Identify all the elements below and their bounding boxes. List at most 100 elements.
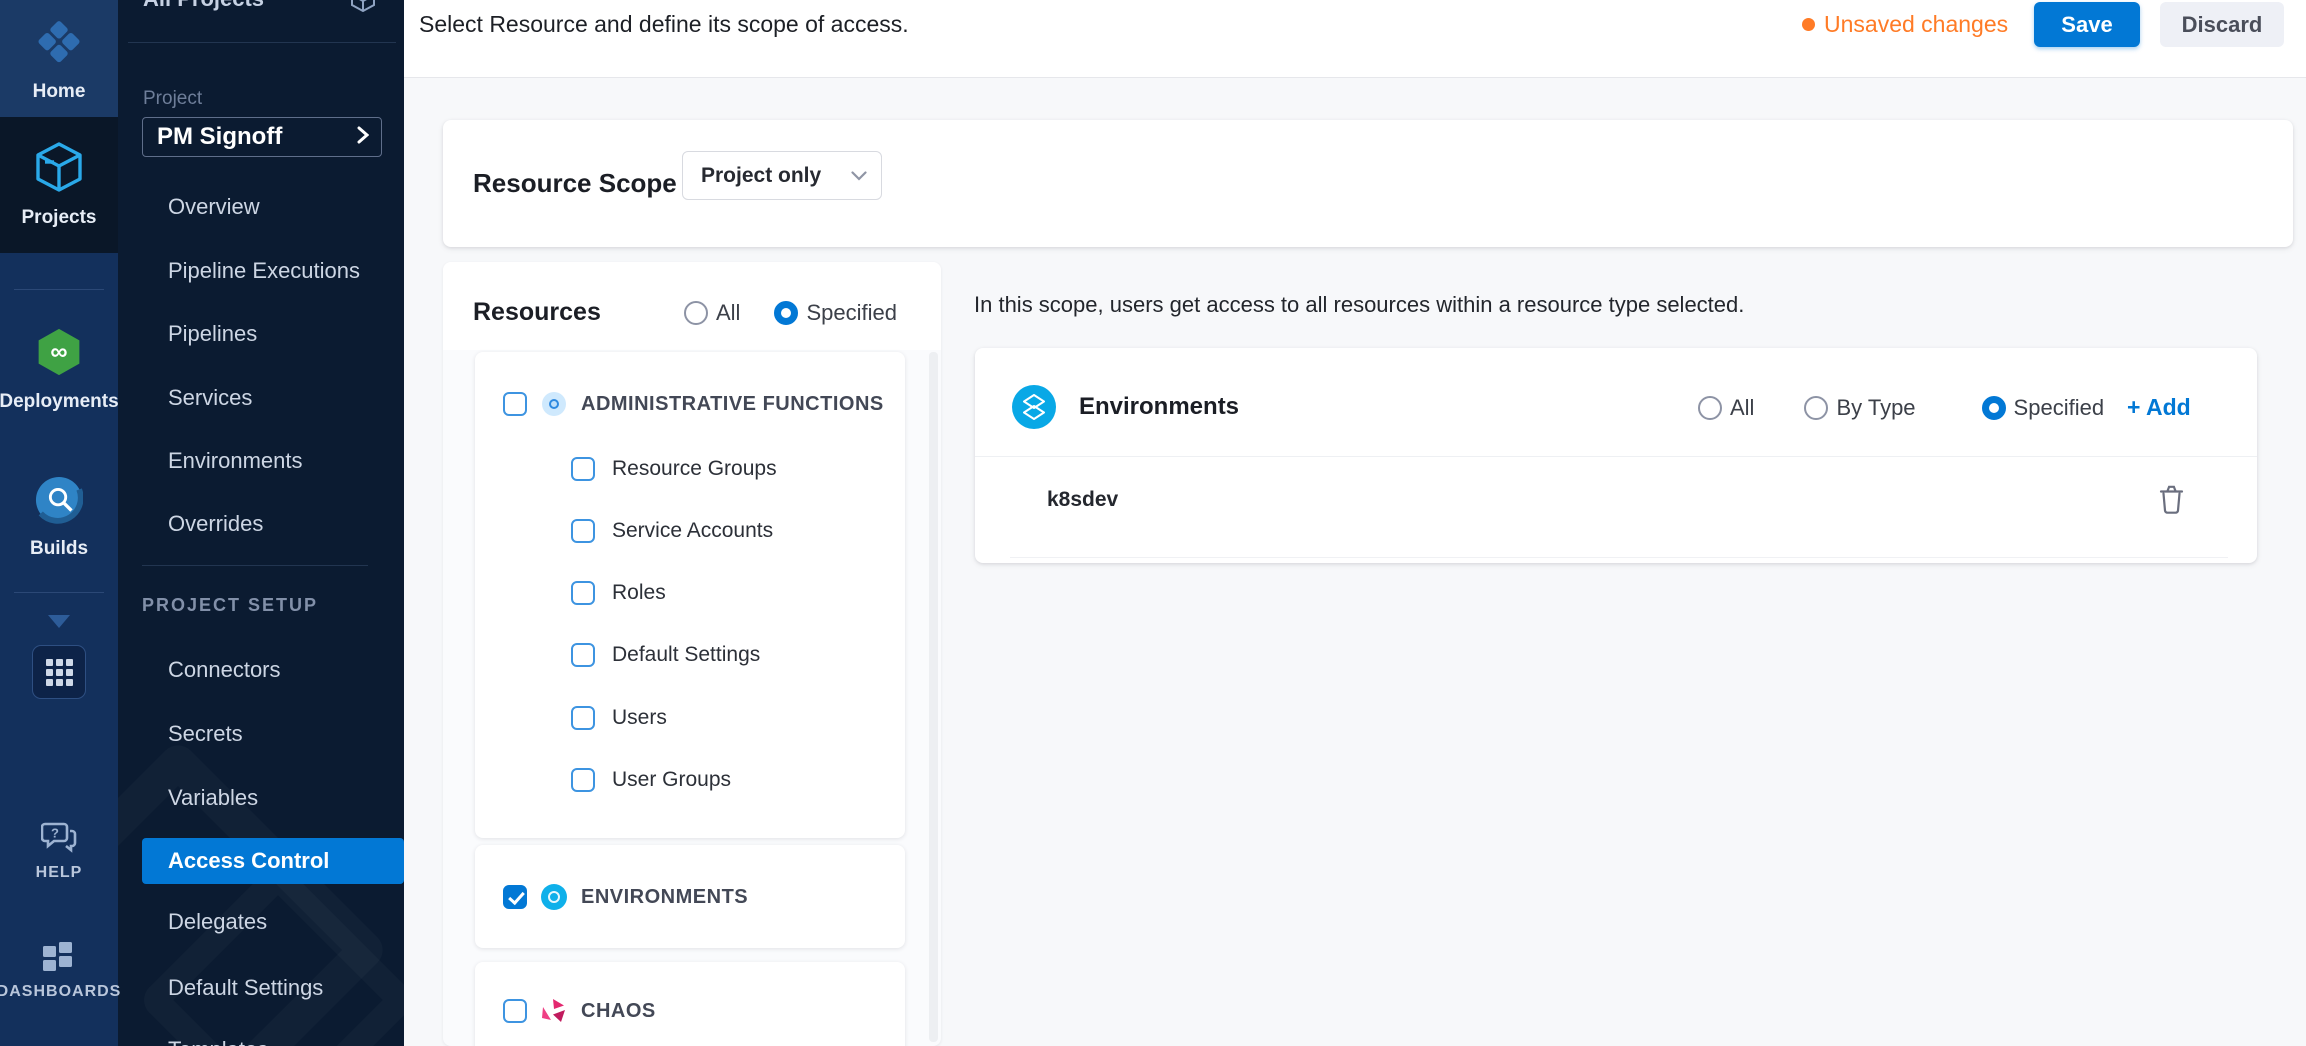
resource-group-environments: ENVIRONMENTS (475, 845, 905, 948)
rail-item-projects[interactable]: Projects (0, 117, 118, 253)
resource-scope-dropdown[interactable]: Project only (682, 151, 882, 200)
checkbox-label[interactable]: Roles (612, 581, 666, 605)
group-label: CHAOS (581, 1000, 656, 1023)
checkbox-service-accounts[interactable] (571, 519, 595, 543)
svg-text:∞: ∞ (50, 338, 67, 365)
sidebar-item-variables[interactable]: Variables (168, 785, 258, 811)
save-button[interactable]: Save (2034, 2, 2140, 47)
grid-icon (46, 659, 73, 686)
sidebar-item-overview[interactable]: Overview (168, 194, 260, 220)
sidebar-item-default-settings[interactable]: Default Settings (168, 975, 323, 1001)
home-icon (33, 15, 85, 72)
checkbox-administrative-functions[interactable] (503, 392, 527, 416)
checkbox-chaos[interactable] (503, 999, 527, 1023)
deployments-icon: ∞ (34, 327, 84, 382)
checkbox-label[interactable]: Resource Groups (612, 457, 777, 481)
project-name: PM Signoff (157, 123, 282, 151)
rail-item-dashboards[interactable]: DASHBOARDS (0, 940, 118, 1002)
rail-home-label: Home (33, 81, 86, 103)
resources-panel-header: Resources All Specified (443, 262, 941, 350)
rail-divider (14, 592, 104, 593)
resource-group-administrative-functions: ADMINISTRATIVE FUNCTIONS Resource Groups… (475, 352, 905, 838)
environments-card: Environments All By Type Specified + Add… (975, 348, 2257, 563)
resource-scope-card: Resource Scope Project only (443, 120, 2293, 247)
sidebar-item-services[interactable]: Services (168, 385, 252, 411)
radio-resources-all-label[interactable]: All (716, 300, 740, 326)
dropdown-value: Project only (701, 164, 821, 188)
rail-help-label: HELP (36, 864, 83, 882)
sidebar-item-pipeline-executions[interactable]: Pipeline Executions (168, 258, 360, 284)
module-grid-button[interactable] (32, 645, 86, 699)
checkbox-users[interactable] (571, 706, 595, 730)
resources-heading: Resources (473, 298, 601, 327)
sidebar-item-label: Access Control (142, 848, 329, 874)
checkbox-roles[interactable] (571, 581, 595, 605)
checkbox-label[interactable]: User Groups (612, 768, 731, 792)
checkbox-user-groups[interactable] (571, 768, 595, 792)
unsaved-dot-icon (1802, 18, 1815, 31)
environments-icon (541, 884, 567, 910)
rail-item-builds[interactable]: Builds (0, 472, 118, 564)
checkbox-resource-groups[interactable] (571, 457, 595, 481)
checkbox-label[interactable]: Default Settings (612, 643, 760, 667)
scope-note: In this scope, users get access to all r… (974, 292, 1744, 318)
scope-switcher[interactable]: All Projects (143, 0, 264, 12)
rail-projects-label: Projects (22, 207, 97, 229)
checkbox-environments[interactable] (503, 885, 527, 909)
sidebar-item-pipelines[interactable]: Pipelines (168, 321, 257, 347)
sidebar-item-environments[interactable]: Environments (168, 448, 303, 474)
radio-env-specified-label[interactable]: Specified (2014, 395, 2105, 421)
trash-icon[interactable] (2158, 484, 2185, 520)
rail-builds-label: Builds (30, 538, 88, 560)
sidebar-item-secrets[interactable]: Secrets (168, 721, 243, 747)
card-divider (975, 456, 2257, 457)
group-label: ADMINISTRATIVE FUNCTIONS (581, 393, 884, 416)
sidebar-divider (128, 42, 396, 43)
rail-item-help[interactable]: ? HELP (0, 820, 118, 882)
resources-panel: Resources All Specified ADMINISTRATIVE F… (443, 262, 941, 1046)
administrative-functions-icon (542, 392, 566, 416)
radio-resources-specified[interactable] (774, 301, 798, 325)
add-resource-link[interactable]: + Add (2127, 394, 2191, 421)
sidebar-item-delegates[interactable]: Delegates (168, 909, 267, 935)
checkbox-label[interactable]: Users (612, 706, 667, 730)
radio-env-specified[interactable] (1982, 396, 2006, 420)
discard-button[interactable]: Discard (2160, 2, 2284, 47)
checkbox-label[interactable]: Service Accounts (612, 519, 773, 543)
radio-env-all[interactable] (1698, 396, 1722, 420)
project-sidebar: All Projects Project PM Signoff Overview… (118, 0, 404, 1046)
rail-item-home[interactable]: Home (0, 0, 118, 117)
rail-dashboards-label: DASHBOARDS (0, 983, 121, 1001)
sidebar-item-overrides[interactable]: Overrides (168, 511, 263, 537)
help-chat-icon: ? (41, 821, 77, 858)
environments-card-title: Environments (1079, 393, 1239, 421)
project-label: Project (143, 88, 202, 110)
sidebar-item-access-control[interactable]: Access Control (142, 838, 404, 884)
radio-resources-all[interactable] (684, 301, 708, 325)
chevron-down-icon[interactable] (48, 615, 70, 628)
checkbox-default-settings[interactable] (571, 643, 595, 667)
page-title: Select Resource and define its scope of … (419, 11, 909, 38)
rail-divider (14, 289, 104, 290)
page-header: Select Resource and define its scope of … (404, 0, 2306, 78)
cube-icon[interactable] (350, 0, 376, 17)
chaos-icon (541, 998, 567, 1024)
chevron-down-icon (851, 171, 867, 181)
radio-env-by-type[interactable] (1804, 396, 1828, 420)
resource-scope-heading: Resource Scope (473, 168, 677, 199)
builds-icon (35, 476, 83, 529)
svg-text:?: ? (51, 825, 59, 840)
radio-resources-specified-label[interactable]: Specified (806, 300, 897, 326)
sidebar-item-templates[interactable]: Templates (168, 1037, 268, 1046)
rail-item-deployments[interactable]: ∞ Deployments (0, 322, 118, 418)
group-label: ENVIRONMENTS (581, 886, 748, 909)
project-selector[interactable]: PM Signoff (142, 117, 382, 157)
row-divider (1010, 557, 2228, 558)
projects-cube-icon (35, 141, 83, 198)
sidebar-item-connectors[interactable]: Connectors (168, 657, 281, 683)
sidebar-divider (142, 565, 368, 566)
environments-icon (1012, 385, 1056, 429)
radio-env-by-type-label[interactable]: By Type (1836, 395, 1915, 421)
panel-scrollbar[interactable] (929, 352, 938, 1042)
radio-env-all-label[interactable]: All (1730, 395, 1754, 421)
